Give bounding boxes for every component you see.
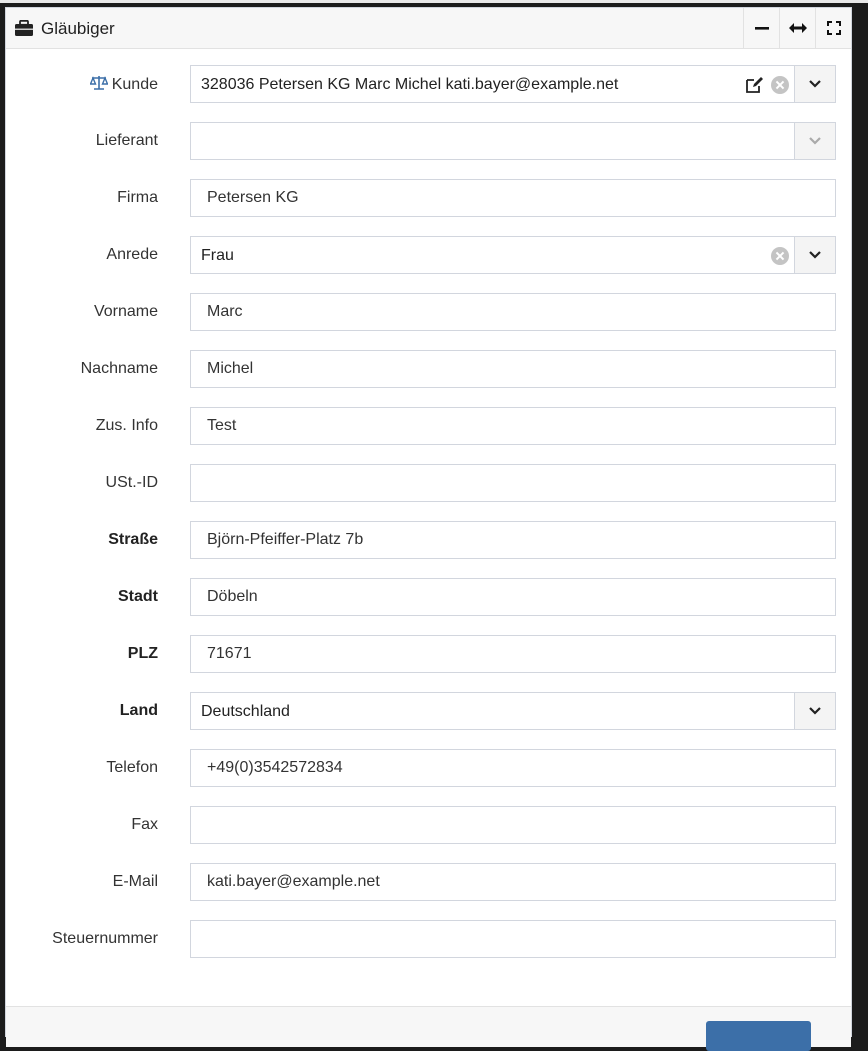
stadt-input[interactable]: Döbeln bbox=[190, 578, 836, 616]
ustid-input[interactable] bbox=[190, 464, 836, 502]
row-vorname: Vorname Marc bbox=[6, 293, 851, 331]
plz-input[interactable]: 71671 bbox=[190, 635, 836, 673]
row-firma: Firma Petersen KG bbox=[6, 179, 851, 217]
row-stadt: Stadt Döbeln bbox=[6, 578, 851, 616]
label-zusinfo: Zus. Info bbox=[95, 417, 158, 434]
label-steuernummer: Steuernummer bbox=[52, 930, 158, 947]
chevron-down-icon bbox=[809, 707, 821, 715]
row-anrede: Anrede Frau bbox=[6, 236, 851, 274]
minimize-icon bbox=[755, 27, 769, 30]
label-anrede: Anrede bbox=[106, 246, 158, 263]
label-firma: Firma bbox=[117, 189, 158, 206]
scale-icon bbox=[89, 76, 108, 90]
chevron-down-icon bbox=[809, 251, 821, 259]
vorname-input[interactable]: Marc bbox=[190, 293, 836, 331]
fullscreen-button[interactable] bbox=[815, 8, 852, 48]
row-steuernummer: Steuernummer bbox=[6, 920, 851, 958]
steuernummer-input[interactable] bbox=[190, 920, 836, 958]
label-plz: PLZ bbox=[127, 645, 158, 662]
row-plz: PLZ 71671 bbox=[6, 635, 851, 673]
chevron-down-icon bbox=[809, 137, 821, 145]
email-input[interactable]: kati.bayer@example.net bbox=[190, 863, 836, 901]
row-ustid: USt.-ID bbox=[6, 464, 851, 502]
firma-input[interactable]: Petersen KG bbox=[190, 179, 836, 217]
lieferant-select[interactable] bbox=[190, 122, 836, 160]
row-lieferant: Lieferant bbox=[6, 122, 851, 160]
expand-horizontal-button[interactable] bbox=[779, 8, 816, 48]
footer-action-button[interactable] bbox=[706, 1021, 811, 1051]
label-lieferant: Lieferant bbox=[95, 132, 158, 149]
telefon-input[interactable]: +49(0)3542572834 bbox=[190, 749, 836, 787]
strasse-input[interactable]: Björn-Pfeiffer-Platz 7b bbox=[190, 521, 836, 559]
expand-horizontal-icon bbox=[789, 23, 807, 33]
label-ustid: USt.-ID bbox=[105, 474, 158, 491]
kunde-value: 328036 Petersen KG Marc Michel kati.baye… bbox=[201, 76, 619, 93]
panel-title: Gläubiger bbox=[41, 19, 115, 38]
label-kunde: Kunde bbox=[89, 75, 158, 94]
panel-footer bbox=[6, 1006, 851, 1051]
row-nachname: Nachname Michel bbox=[6, 350, 851, 388]
anrede-clear-icon[interactable] bbox=[771, 247, 789, 265]
lieferant-dropdown-button[interactable] bbox=[794, 123, 835, 159]
minimize-button[interactable] bbox=[743, 8, 780, 48]
label-fax: Fax bbox=[131, 816, 158, 833]
label-vorname: Vorname bbox=[93, 303, 158, 320]
label-stadt: Stadt bbox=[118, 588, 158, 605]
row-email: E-Mail kati.bayer@example.net bbox=[6, 863, 851, 901]
row-land: Land Deutschland bbox=[6, 692, 851, 730]
anrede-dropdown-button[interactable] bbox=[794, 237, 835, 273]
row-kunde: Kunde 328036 Petersen KG Marc Michel kat… bbox=[6, 65, 851, 103]
anrede-select[interactable]: Frau bbox=[190, 236, 836, 274]
label-nachname: Nachname bbox=[80, 360, 158, 377]
row-fax: Fax bbox=[6, 806, 851, 844]
row-zusinfo: Zus. Info Test bbox=[6, 407, 851, 445]
land-dropdown-button[interactable] bbox=[794, 693, 835, 729]
kunde-clear-icon[interactable] bbox=[771, 76, 789, 94]
panel-header: Gläubiger bbox=[6, 8, 851, 49]
creditor-panel: Gläubiger Kunde 328036 Petersen KG Marc … bbox=[5, 7, 852, 1051]
row-strasse: Straße Björn-Pfeiffer-Platz 7b bbox=[6, 521, 851, 559]
label-strasse: Straße bbox=[108, 531, 158, 548]
fax-input[interactable] bbox=[190, 806, 836, 844]
row-telefon: Telefon +49(0)3542572834 bbox=[6, 749, 851, 787]
label-telefon: Telefon bbox=[106, 759, 158, 776]
fullscreen-icon bbox=[827, 21, 841, 35]
anrede-value: Frau bbox=[201, 247, 234, 264]
window-top-edge bbox=[0, 0, 868, 3]
briefcase-icon bbox=[15, 20, 33, 36]
label-land: Land bbox=[119, 702, 158, 719]
kunde-select[interactable]: 328036 Petersen KG Marc Michel kati.baye… bbox=[190, 65, 836, 103]
kunde-dropdown-button[interactable] bbox=[794, 66, 835, 102]
nachname-input[interactable]: Michel bbox=[190, 350, 836, 388]
land-select[interactable]: Deutschland bbox=[190, 692, 836, 730]
zusinfo-input[interactable]: Test bbox=[190, 407, 836, 445]
chevron-down-icon bbox=[809, 80, 821, 88]
label-email: E-Mail bbox=[112, 873, 158, 890]
land-value: Deutschland bbox=[201, 703, 290, 720]
edit-icon[interactable] bbox=[745, 76, 765, 94]
